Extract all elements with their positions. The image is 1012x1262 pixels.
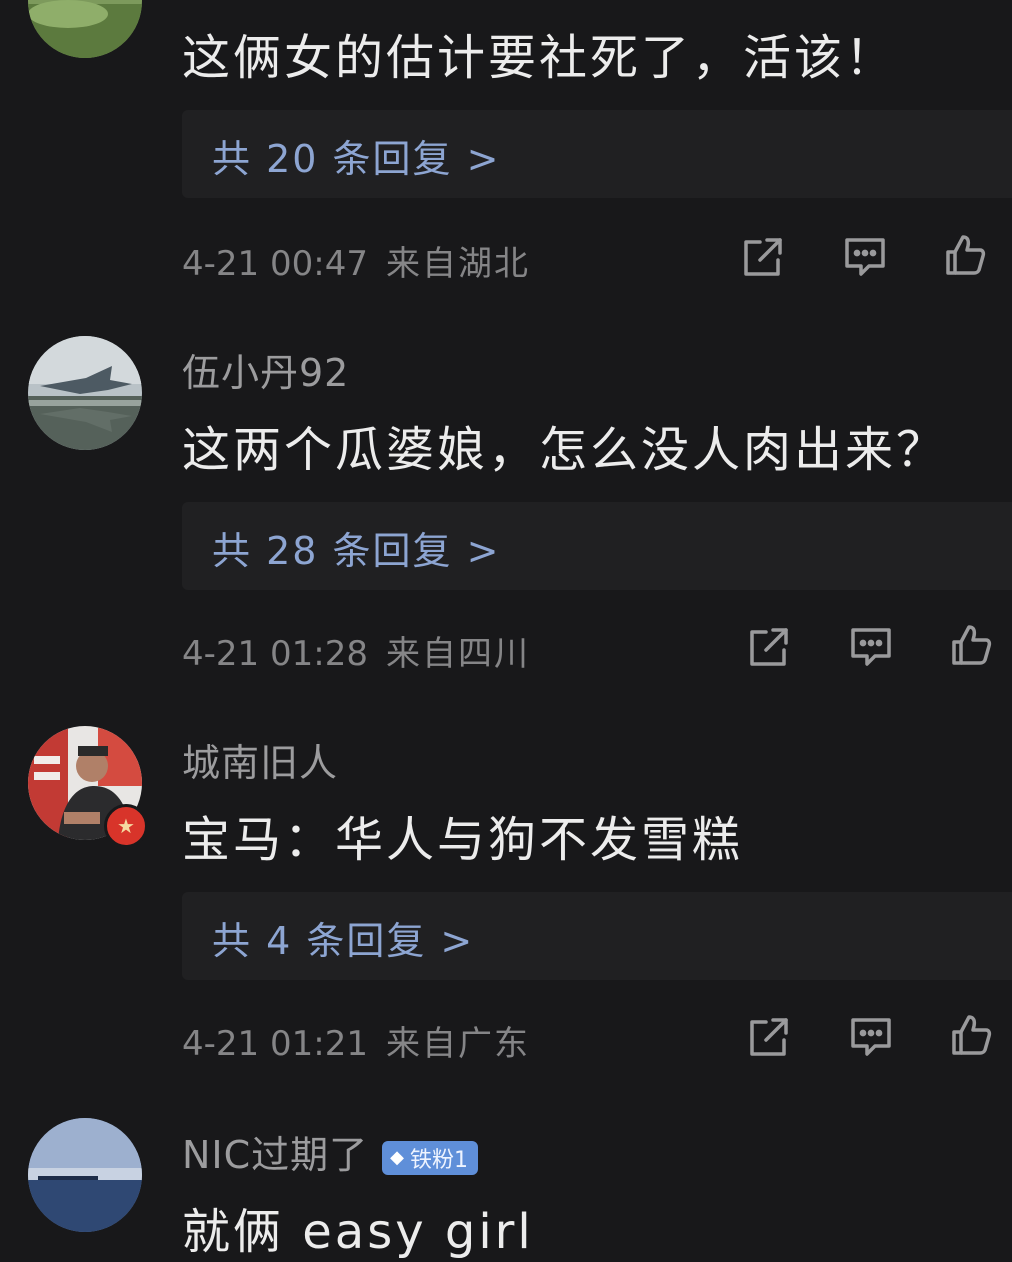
- view-replies-button[interactable]: 共 4 条回复 >: [182, 892, 1012, 980]
- comment-time: 4-21 01:21: [182, 1024, 368, 1064]
- comment-location: 来自四川: [385, 634, 530, 674]
- avatar[interactable]: [28, 336, 142, 450]
- replies-label: 共 4 条回复 >: [212, 919, 475, 963]
- username[interactable]: NIC过期了 ◆ 铁粉1: [182, 1124, 479, 1179]
- comment-time: 4-21 00:47: [182, 244, 368, 284]
- comment-location: 来自广东: [385, 1024, 530, 1064]
- comment-text: 这两个瓜婆娘，怎么没人肉出来？: [182, 422, 948, 478]
- comment-time: 4-21 01:28: [182, 634, 368, 674]
- username-text: NIC过期了: [182, 1133, 369, 1177]
- username[interactable]: 城南旧人: [182, 732, 338, 787]
- comment-meta: 4-21 00:47 来自湖北: [182, 236, 530, 285]
- comment-text: 宝马：华人与狗不发雪糕: [182, 812, 744, 868]
- comment-text: 这俩女的估计要社死了，活该！: [182, 30, 897, 86]
- avatar[interactable]: [28, 0, 142, 58]
- comment-text: 就俩 easy girl: [182, 1204, 534, 1260]
- share-icon[interactable]: [746, 1014, 792, 1060]
- share-icon[interactable]: [740, 234, 786, 280]
- share-icon[interactable]: [746, 624, 792, 670]
- comment-meta: 4-21 01:28 来自四川: [182, 626, 530, 675]
- comment-location: 来自湖北: [385, 244, 530, 284]
- comment-icon[interactable]: [842, 234, 888, 280]
- avatar[interactable]: [28, 1118, 142, 1232]
- replies-label: 共 20 条回复 >: [212, 137, 501, 181]
- comment-meta: 4-21 01:21 来自广东: [182, 1016, 530, 1065]
- comment-icon[interactable]: [848, 1014, 894, 1060]
- view-replies-button[interactable]: 共 20 条回复 >: [182, 110, 1012, 198]
- username[interactable]: 伍小丹92: [182, 342, 349, 397]
- thumbs-up-icon[interactable]: [948, 1012, 994, 1058]
- thumbs-up-icon[interactable]: [948, 622, 994, 668]
- fan-level-label: 铁粉1: [410, 1147, 469, 1173]
- thumbs-up-icon[interactable]: [942, 232, 988, 278]
- view-replies-button[interactable]: 共 28 条回复 >: [182, 502, 1012, 590]
- replies-label: 共 28 条回复 >: [212, 529, 501, 573]
- fan-level-badge: ◆ 铁粉1: [382, 1140, 479, 1175]
- comment-icon[interactable]: [848, 624, 894, 670]
- verified-star-badge: ★: [104, 804, 148, 848]
- diamond-icon: ◆: [390, 1147, 405, 1168]
